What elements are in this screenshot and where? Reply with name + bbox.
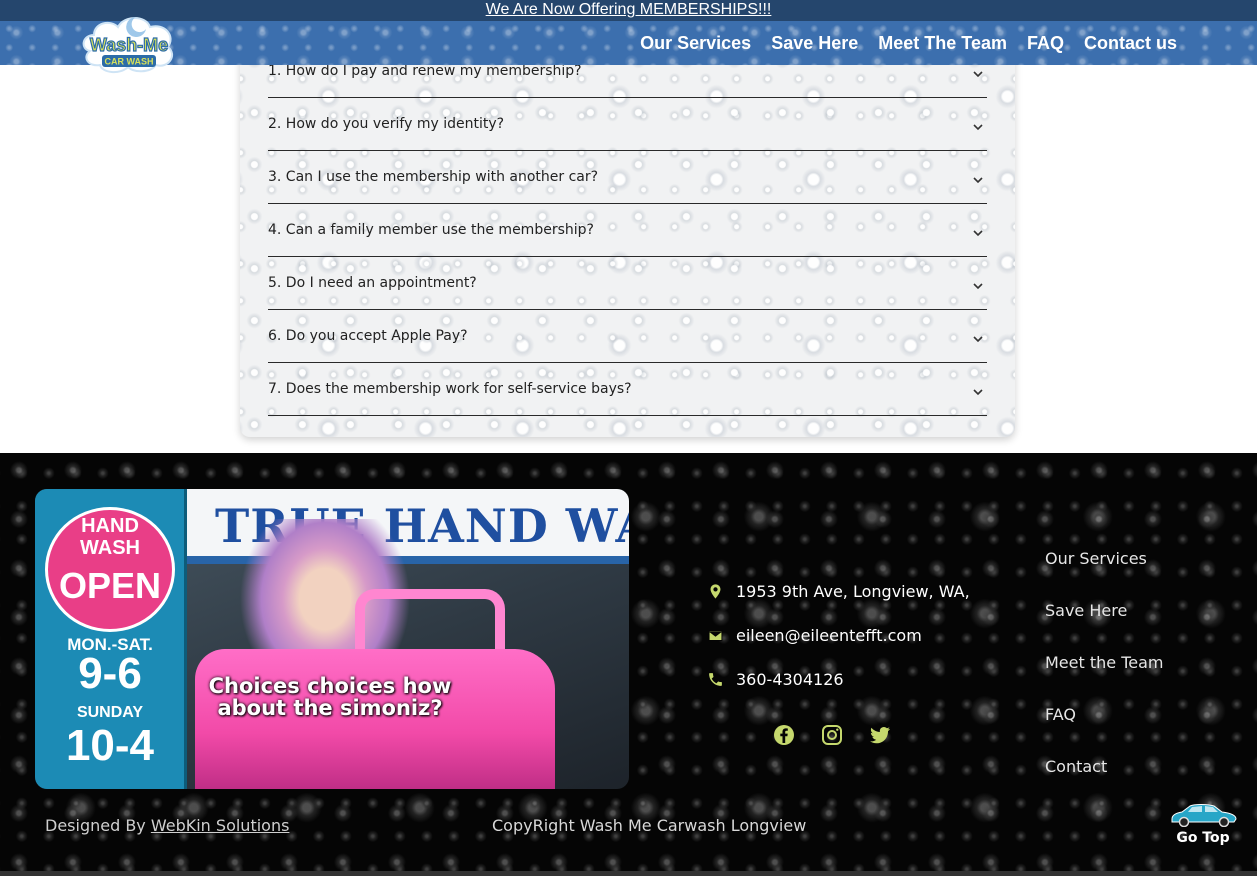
- faq-item-2[interactable]: 2. How do you verify my identity?: [268, 98, 987, 151]
- footer-link-our-services[interactable]: Our Services: [1045, 549, 1147, 568]
- faq-question: 3. Can I use the membership with another…: [268, 169, 599, 185]
- contact-phone[interactable]: 360-4304126: [707, 667, 844, 691]
- phone-text[interactable]: 360-4304126: [736, 670, 844, 689]
- faq-question: 5. Do I need an appointment?: [268, 275, 477, 291]
- faq-question: 1. How do I pay and renew my membership?: [268, 63, 582, 79]
- go-top-button[interactable]: Go Top: [1166, 801, 1240, 847]
- photo-caption: Choices choices how about the simoniz?: [208, 674, 452, 720]
- footer-photo: TRUE HAND WASH HAND WASH OPEN MON.-SAT. …: [35, 489, 629, 789]
- designed-by-prefix: Designed By: [45, 816, 151, 835]
- instagram-icon[interactable]: [820, 723, 844, 747]
- nav-meet-the-team[interactable]: Meet The Team: [878, 33, 1007, 54]
- footer-link-save-here[interactable]: Save Here: [1045, 601, 1127, 620]
- faq-question: 4. Can a family member use the membershi…: [268, 222, 594, 238]
- membership-announcement-link[interactable]: We Are Now Offering MEMBERSHIPS!!!: [486, 1, 772, 18]
- faq-question: 7. Does the membership work for self-ser…: [268, 381, 632, 397]
- email-icon: [708, 629, 723, 641]
- twitter-icon[interactable]: [868, 723, 892, 747]
- contact-email[interactable]: eileen@eileentefft.com: [707, 623, 922, 647]
- nav-contact-us[interactable]: Contact us: [1084, 33, 1177, 54]
- chevron-down-icon[interactable]: [971, 385, 985, 399]
- footer-link-contact[interactable]: Contact: [1045, 757, 1107, 776]
- sign-hours-sunday: 10-4: [65, 721, 155, 770]
- address-text: 1953 9th Ave, Longview, WA,: [736, 581, 970, 601]
- sign-open: OPEN: [58, 565, 162, 606]
- bottom-border: [0, 871, 1257, 876]
- nav-our-services[interactable]: Our Services: [640, 33, 751, 54]
- car-icon: [1171, 804, 1237, 828]
- hours-sign: HAND WASH OPEN MON.-SAT. 9-6 SUNDAY 10-4: [35, 489, 187, 789]
- chevron-down-icon[interactable]: [971, 332, 985, 346]
- wash-me-logo[interactable]: Wash-Me CAR WASH: [80, 11, 178, 75]
- footer-link-faq[interactable]: FAQ: [1045, 705, 1076, 724]
- faq-item-6[interactable]: 6. Do you accept Apple Pay?: [268, 310, 987, 363]
- faq-item-4[interactable]: 4. Can a family member use the membershi…: [268, 204, 987, 257]
- facebook-icon[interactable]: [772, 723, 796, 747]
- announcement-bar: We Are Now Offering MEMBERSHIPS!!!: [0, 0, 1257, 21]
- sign-days-sunday: SUNDAY: [76, 704, 144, 721]
- phone-icon: [709, 672, 722, 686]
- sign-hand: HAND: [81, 515, 139, 537]
- email-text[interactable]: eileen@eileentefft.com: [736, 626, 922, 645]
- copyright-text: CopyRight Wash Me Carwash Longview: [492, 816, 807, 835]
- sign-hours-weekday: 9-6: [78, 649, 142, 698]
- nav-save-here[interactable]: Save Here: [771, 33, 858, 54]
- go-top-label: Go Top: [1176, 830, 1230, 846]
- svg-text:Wash-Me: Wash-Me: [90, 35, 168, 55]
- contact-address: 1953 9th Ave, Longview, WA,: [707, 579, 970, 603]
- logo-image: Wash-Me CAR WASH: [82, 17, 174, 73]
- footer-link-meet-the-team[interactable]: Meet the Team: [1045, 653, 1163, 672]
- location-pin-icon: [710, 583, 721, 599]
- site-footer: TRUE HAND WASH HAND WASH OPEN MON.-SAT. …: [0, 453, 1257, 876]
- chevron-down-icon[interactable]: [971, 67, 985, 81]
- faq-section: 1. How do I pay and renew my membership?…: [0, 45, 1257, 453]
- faq-question: 6. Do you accept Apple Pay?: [268, 328, 468, 344]
- faq-question: 2. How do you verify my identity?: [268, 116, 505, 132]
- faq-card: 1. How do I pay and renew my membership?…: [240, 45, 1015, 437]
- svg-text:CAR WASH: CAR WASH: [105, 57, 154, 67]
- faq-item-7[interactable]: 7. Does the membership work for self-ser…: [268, 363, 987, 416]
- sign-wash: WASH: [80, 537, 140, 559]
- main-nav: Our Services Save Here Meet The Team FAQ…: [640, 21, 1177, 65]
- nav-faq[interactable]: FAQ: [1027, 33, 1064, 54]
- chevron-down-icon[interactable]: [971, 279, 985, 293]
- chevron-down-icon[interactable]: [971, 226, 985, 240]
- faq-item-5[interactable]: 5. Do I need an appointment?: [268, 257, 987, 310]
- top-navbar: Wash-Me CAR WASH Our Services Save Here …: [0, 17, 1257, 73]
- designed-by: Designed By WebKin Solutions: [45, 816, 289, 835]
- chevron-down-icon[interactable]: [971, 120, 985, 134]
- chevron-down-icon[interactable]: [971, 173, 985, 187]
- webkin-solutions-link[interactable]: WebKin Solutions: [151, 816, 290, 835]
- social-links: [772, 723, 892, 747]
- faq-item-3[interactable]: 3. Can I use the membership with another…: [268, 151, 987, 204]
